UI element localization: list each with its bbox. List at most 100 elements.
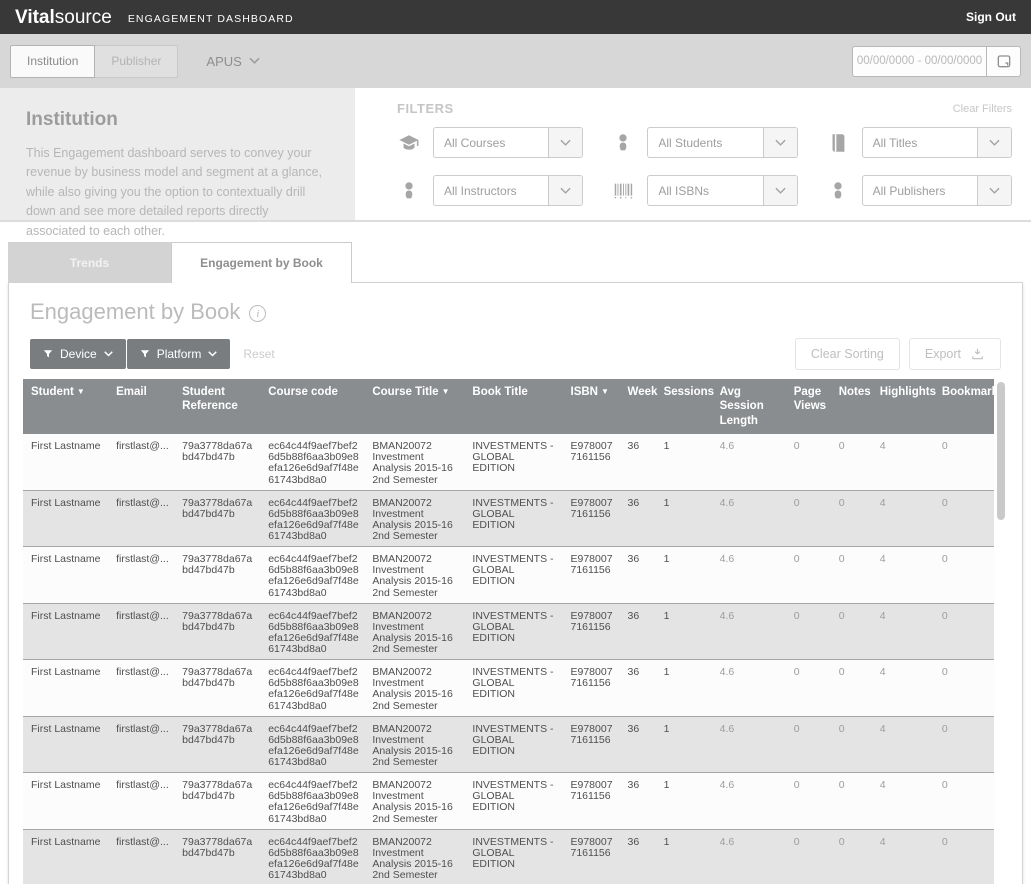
cell-course-title: BMAN20072 Investment Analysis 2015-16 2n… (364, 773, 464, 830)
cell-email: firstlast@... (108, 829, 174, 884)
publisher-tab[interactable]: Publisher (95, 45, 178, 78)
column-header-page-views[interactable]: Page Views (786, 379, 831, 434)
institution-tab[interactable]: Institution (10, 45, 95, 78)
table-row[interactable]: First Lastname firstlast@... 79a3778da67… (23, 660, 994, 717)
calendar-icon (996, 53, 1012, 69)
column-header-student[interactable]: Student▼ (23, 379, 108, 434)
publishers-select[interactable]: All Publishers (862, 175, 1012, 206)
column-header-isbn[interactable]: ISBN▼ (563, 379, 620, 434)
cell-sessions: 1 (656, 547, 712, 604)
tab-engagement-by-book[interactable]: Engagement by Book (171, 242, 352, 283)
filter-publishers: All Publishers (826, 175, 1012, 206)
table-area: Student▼ Email Student Reference Course … (23, 379, 1008, 884)
table-row[interactable]: First Lastname firstlast@... 79a3778da67… (23, 603, 994, 660)
titles-select[interactable]: All Titles (862, 127, 1012, 158)
cell-email: firstlast@... (108, 660, 174, 717)
table-controls: Device Platform Reset Clear Sorting Expo… (30, 338, 1001, 370)
device-filter-button[interactable]: Device (30, 339, 126, 369)
cell-course-title: BMAN20072 Investment Analysis 2015-16 2n… (364, 547, 464, 604)
column-header-notes[interactable]: Notes (831, 379, 872, 434)
calendar-button[interactable] (986, 46, 1021, 77)
chevron-down-icon (548, 128, 582, 157)
courses-select[interactable]: All Courses (433, 127, 583, 158)
cell-week: 36 (620, 434, 656, 490)
students-select[interactable]: All Students (647, 127, 797, 158)
table-row[interactable]: First Lastname firstlast@... 79a3778da67… (23, 716, 994, 773)
sign-out-button[interactable]: Sign Out (966, 10, 1016, 24)
table-row[interactable]: First Lastname firstlast@... 79a3778da67… (23, 547, 994, 604)
sort-desc-icon: ▼ (77, 387, 85, 396)
engagement-table: Student▼ Email Student Reference Course … (23, 379, 994, 884)
cell-highlights: 4 (872, 660, 934, 717)
cell-sessions: 1 (656, 603, 712, 660)
column-header-email[interactable]: Email (108, 379, 174, 434)
engagement-by-book-panel: Engagement by Book i Device Platform Res… (8, 282, 1023, 884)
column-header-course-code[interactable]: Course code (260, 379, 364, 434)
panel-title: Engagement by Book i (30, 299, 1008, 325)
top-bar: Vitalsource ENGAGEMENT DASHBOARD Sign Ou… (0, 0, 1031, 34)
cell-student: First Lastname (23, 660, 108, 717)
platform-filter-button[interactable]: Platform (127, 339, 231, 369)
cell-avg-session-length: 4.6 (712, 773, 786, 830)
cell-bookmarks: 0 (934, 434, 994, 490)
column-header-sessions[interactable]: Sessions (656, 379, 712, 434)
reset-link[interactable]: Reset (243, 347, 274, 361)
cell-course-code: ec64c44f9aef7bef26d5b88f6aa3b09e8efa126e… (260, 603, 364, 660)
cell-page-views: 0 (786, 547, 831, 604)
table-row[interactable]: First Lastname firstlast@... 79a3778da67… (23, 829, 994, 884)
date-range-input[interactable] (852, 46, 986, 77)
export-button[interactable]: Export (909, 338, 1001, 370)
cell-notes: 0 (831, 434, 872, 490)
vertical-scrollbar[interactable] (994, 379, 1008, 884)
column-header-book-title[interactable]: Book Title (464, 379, 562, 434)
cell-notes: 0 (831, 716, 872, 773)
table-row[interactable]: First Lastname firstlast@... 79a3778da67… (23, 490, 994, 547)
chevron-down-icon (763, 176, 797, 205)
info-icon[interactable]: i (249, 305, 266, 322)
instructor-person-icon (397, 179, 421, 203)
filter-instructors: All Instructors (397, 175, 583, 206)
cell-student: First Lastname (23, 547, 108, 604)
column-header-avg-session-length[interactable]: Avg Session Length (712, 379, 786, 434)
barcode-icon (611, 179, 635, 203)
cell-course-code: ec64c44f9aef7bef26d5b88f6aa3b09e8efa126e… (260, 660, 364, 717)
cell-sessions: 1 (656, 660, 712, 717)
cell-sessions: 1 (656, 829, 712, 884)
cell-highlights: 4 (872, 773, 934, 830)
cell-isbn: E9780077161156 (563, 716, 620, 773)
instructors-select[interactable]: All Instructors (433, 175, 583, 206)
cell-student: First Lastname (23, 434, 108, 490)
cell-student-reference: 79a3778da67abd47bd47b (174, 490, 260, 547)
cell-notes: 0 (831, 660, 872, 717)
column-header-highlights[interactable]: Highlights (872, 379, 934, 434)
clear-filters-link[interactable]: Clear Filters (953, 103, 1012, 115)
column-header-bookmarks[interactable]: Bookmarks (934, 379, 994, 434)
isbns-select[interactable]: All ISBNs (647, 175, 797, 206)
cell-course-code: ec64c44f9aef7bef26d5b88f6aa3b09e8efa126e… (260, 829, 364, 884)
intro-title: Institution (26, 109, 329, 131)
cell-isbn: E9780077161156 (563, 490, 620, 547)
filter-isbns: All ISBNs (611, 175, 797, 206)
column-header-course-title[interactable]: Course Title▼ (364, 379, 464, 434)
cell-student: First Lastname (23, 773, 108, 830)
column-header-student-reference[interactable]: Student Reference (174, 379, 260, 434)
vertical-scrollbar-thumb[interactable] (997, 382, 1005, 520)
tab-trends[interactable]: Trends (8, 242, 171, 283)
cell-week: 36 (620, 716, 656, 773)
cell-student-reference: 79a3778da67abd47bd47b (174, 603, 260, 660)
scope-toolbar: Institution Publisher APUS (0, 34, 1031, 88)
cell-page-views: 0 (786, 716, 831, 773)
cell-isbn: E9780077161156 (563, 773, 620, 830)
table-row[interactable]: First Lastname firstlast@... 79a3778da67… (23, 773, 994, 830)
cell-page-views: 0 (786, 829, 831, 884)
filters-panel: FILTERS Clear Filters All Courses All St… (355, 88, 1031, 220)
cell-course-title: BMAN20072 Investment Analysis 2015-16 2n… (364, 829, 464, 884)
column-header-week[interactable]: Week (620, 379, 656, 434)
sort-desc-icon: ▼ (601, 387, 609, 396)
organization-dropdown[interactable]: APUS (206, 54, 259, 69)
cell-book-title: INVESTMENTS - GLOBAL EDITION (464, 829, 562, 884)
cell-page-views: 0 (786, 490, 831, 547)
cell-isbn: E9780077161156 (563, 660, 620, 717)
clear-sorting-button[interactable]: Clear Sorting (795, 338, 900, 370)
table-row[interactable]: First Lastname firstlast@... 79a3778da67… (23, 434, 994, 490)
